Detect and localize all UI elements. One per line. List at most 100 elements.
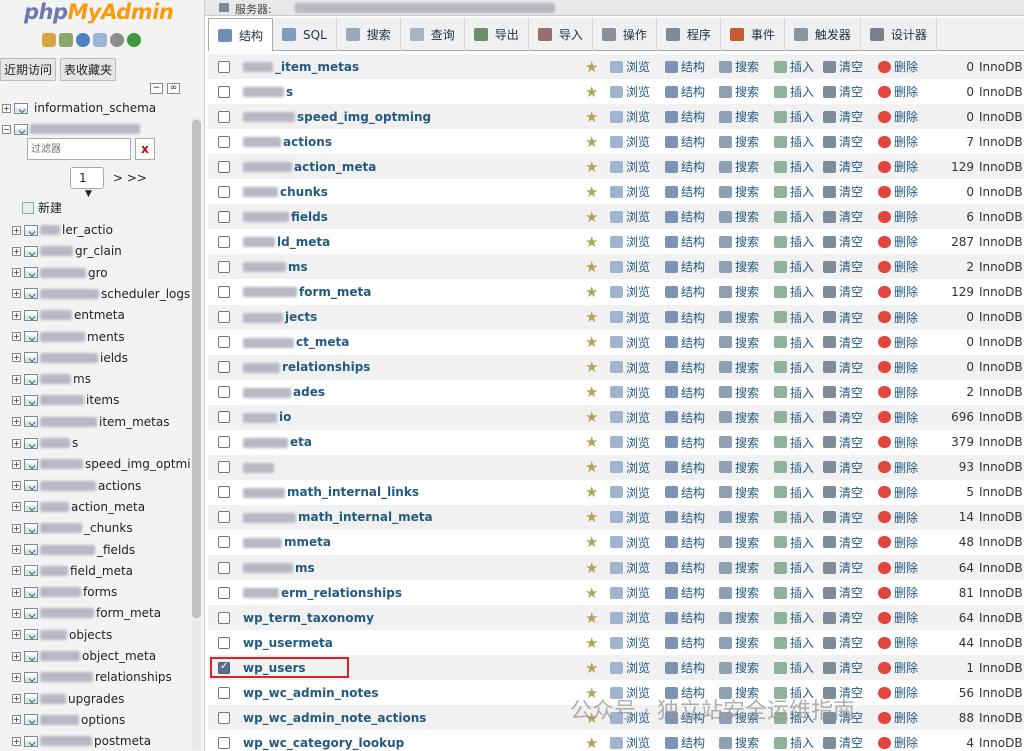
- page-select[interactable]: 1 ▼: [70, 167, 104, 199]
- table-name-link[interactable]: erm_relationships: [243, 586, 402, 600]
- favorite-star-icon[interactable]: ★: [585, 458, 598, 476]
- nav-table-item[interactable]: + form_meta: [12, 603, 161, 623]
- row-checkbox[interactable]: [218, 736, 230, 749]
- insert-action[interactable]: 插入: [774, 434, 814, 451]
- table-row[interactable]: mmeta ★ 浏览 结构 搜索 插入 清空 删除 48 InnoDB: [208, 529, 1024, 555]
- structure-action[interactable]: 结构: [665, 634, 705, 651]
- favorite-star-icon[interactable]: ★: [585, 158, 598, 176]
- structure-action[interactable]: 结构: [665, 183, 705, 200]
- nav-table-item[interactable]: + _fields: [12, 540, 135, 560]
- expand-icon[interactable]: +: [12, 246, 21, 256]
- nav-table-item[interactable]: + ields: [12, 348, 128, 368]
- table-row[interactable]: speed_img_optming ★ 浏览 结构 搜索 插入 清空 删除 0 InnoDB: [208, 104, 1024, 130]
- favorite-star-icon[interactable]: ★: [585, 533, 598, 551]
- empty-action[interactable]: 清空: [823, 83, 863, 100]
- search-action[interactable]: 搜索: [719, 384, 759, 401]
- drop-action[interactable]: 删除: [878, 108, 918, 125]
- row-checkbox[interactable]: [218, 210, 230, 223]
- search-action[interactable]: 搜索: [719, 233, 759, 250]
- row-checkbox[interactable]: [218, 486, 230, 499]
- structure-action[interactable]: 结构: [665, 409, 705, 426]
- browse-action[interactable]: 浏览: [610, 434, 650, 451]
- drop-action[interactable]: 删除: [878, 459, 918, 476]
- browse-action[interactable]: 浏览: [610, 659, 650, 676]
- expand-icon[interactable]: +: [12, 694, 21, 704]
- expand-icon[interactable]: +: [12, 630, 21, 640]
- table-name-link[interactable]: wp_wc_admin_note_actions: [243, 711, 426, 725]
- search-action[interactable]: 搜索: [719, 133, 759, 150]
- row-checkbox[interactable]: [218, 260, 230, 273]
- table-row[interactable]: form_meta ★ 浏览 结构 搜索 插入 清空 删除 129 InnoDB: [208, 279, 1024, 305]
- row-checkbox[interactable]: [218, 185, 230, 198]
- insert-action[interactable]: 插入: [774, 534, 814, 551]
- table-row[interactable]: ms ★ 浏览 结构 搜索 插入 清空 删除 64 InnoDB: [208, 555, 1024, 580]
- empty-action[interactable]: 清空: [823, 208, 863, 225]
- nav-table-item[interactable]: + action_meta: [12, 497, 145, 517]
- drop-action[interactable]: 删除: [878, 208, 918, 225]
- search-action[interactable]: 搜索: [719, 83, 759, 100]
- row-checkbox[interactable]: [218, 311, 230, 323]
- empty-action[interactable]: 清空: [823, 283, 863, 300]
- search-action[interactable]: 搜索: [719, 334, 759, 351]
- table-name-link[interactable]: form_meta: [243, 285, 371, 299]
- favorite-star-icon[interactable]: ★: [585, 358, 598, 376]
- recent-button[interactable]: 近期访问: [0, 58, 57, 81]
- empty-action[interactable]: 清空: [823, 183, 863, 200]
- table-name-link[interactable]: ades: [243, 385, 325, 399]
- nav-table-item[interactable]: + ments: [12, 327, 125, 347]
- row-checkbox[interactable]: [218, 411, 230, 424]
- table-filter-input[interactable]: [27, 138, 131, 160]
- search-action[interactable]: 搜索: [719, 208, 759, 225]
- expand-icon[interactable]: +: [12, 715, 21, 725]
- insert-action[interactable]: 插入: [774, 609, 814, 626]
- table-row[interactable]: ms ★ 浏览 结构 搜索 插入 清空 删除 2 InnoDB: [208, 254, 1024, 280]
- structure-action[interactable]: 结构: [665, 283, 705, 300]
- nav-table-item[interactable]: + relationships: [12, 667, 172, 687]
- page-navigation[interactable]: > >>: [113, 171, 147, 185]
- browse-action[interactable]: 浏览: [610, 83, 650, 100]
- drop-action[interactable]: 删除: [878, 634, 918, 651]
- tab-routines[interactable]: 程序: [657, 18, 721, 51]
- row-checkbox[interactable]: [218, 436, 230, 449]
- browse-action[interactable]: 浏览: [610, 559, 650, 576]
- search-action[interactable]: 搜索: [719, 484, 759, 501]
- row-checkbox[interactable]: [218, 611, 230, 624]
- table-name-link[interactable]: s: [243, 85, 293, 99]
- favorite-star-icon[interactable]: ★: [585, 333, 598, 351]
- table-row[interactable]: ld_meta ★ 浏览 结构 搜索 插入 清空 删除 287 InnoDB: [208, 229, 1024, 255]
- drop-action[interactable]: 删除: [878, 484, 918, 501]
- favorite-star-icon[interactable]: ★: [585, 233, 598, 251]
- empty-action[interactable]: 清空: [823, 384, 863, 401]
- insert-action[interactable]: 插入: [774, 509, 814, 526]
- insert-action[interactable]: 插入: [774, 158, 814, 175]
- drop-action[interactable]: 删除: [878, 684, 918, 701]
- table-row[interactable]: ct_meta ★ 浏览 结构 搜索 插入 清空 删除 0 InnoDB: [208, 329, 1024, 355]
- search-action[interactable]: 搜索: [719, 584, 759, 601]
- favorites-button[interactable]: 表收藏夹: [60, 58, 117, 81]
- table-row[interactable]: erm_relationships ★ 浏览 结构 搜索 插入 清空 删除 81 InnoDB: [208, 580, 1024, 606]
- table-row[interactable]: wp_wc_category_lookup ★ 浏览 结构 搜索 插入 清空 删除 4 InnoD…: [208, 730, 1024, 751]
- expand-icon[interactable]: +: [12, 438, 21, 448]
- table-name-link[interactable]: chunks: [243, 185, 328, 199]
- db-information-schema[interactable]: + information_schema: [2, 98, 156, 118]
- drop-action[interactable]: 删除: [878, 409, 918, 426]
- tab-sql[interactable]: SQL: [273, 18, 337, 51]
- browse-action[interactable]: 浏览: [610, 233, 650, 250]
- nav-table-item[interactable]: + object_meta: [12, 646, 156, 666]
- docs-icon[interactable]: [93, 33, 107, 47]
- empty-action[interactable]: 清空: [823, 434, 863, 451]
- search-action[interactable]: 搜索: [719, 359, 759, 376]
- expand-icon[interactable]: +: [12, 651, 21, 661]
- table-name-link[interactable]: wp_wc_category_lookup: [243, 736, 404, 750]
- expand-icon[interactable]: +: [12, 566, 21, 576]
- drop-action[interactable]: 删除: [878, 158, 918, 175]
- expand-icon[interactable]: +: [12, 459, 21, 469]
- table-row[interactable]: ★ 浏览 结构 搜索 插入 清空 删除 93 InnoDB: [208, 454, 1024, 480]
- row-checkbox[interactable]: [218, 361, 230, 374]
- settings-icon[interactable]: [110, 33, 124, 47]
- table-name-link[interactable]: math_internal_links: [243, 485, 419, 499]
- insert-action[interactable]: 插入: [774, 359, 814, 376]
- empty-action[interactable]: 清空: [823, 534, 863, 551]
- insert-action[interactable]: 插入: [774, 233, 814, 250]
- nav-table-item[interactable]: + speed_img_optmi: [12, 454, 191, 474]
